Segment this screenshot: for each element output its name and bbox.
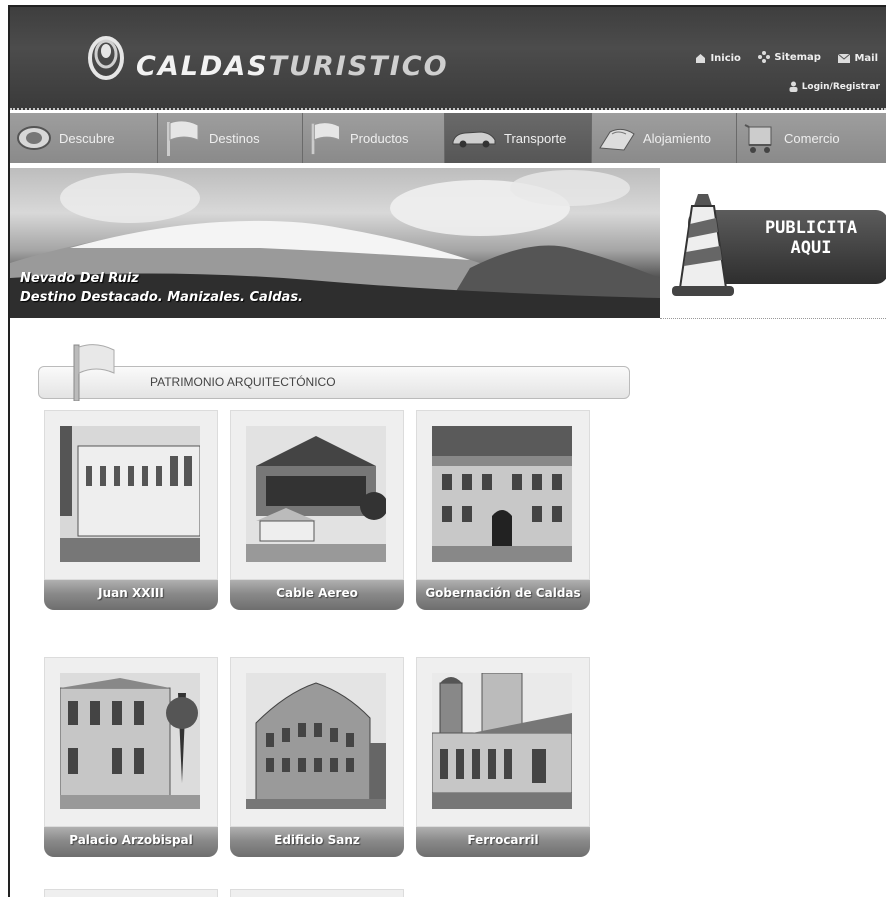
advertise-line1: PUBLICITA [764,218,858,238]
bed-icon [599,128,635,151]
user-icon [789,81,798,92]
car-icon [452,131,496,148]
login-register-link[interactable]: Login/Registrar [789,81,880,92]
top-link-label: Inicio [710,52,741,64]
top-link-sitemap[interactable]: Sitemap [758,51,821,63]
page-frame: CALDASTURISTICO Inicio Sitemap Mail Logi… [10,5,886,897]
gallery-card-partial[interactable] [230,889,404,897]
gallery-card-partial[interactable] [44,889,218,897]
top-link-label: Mail [854,53,878,64]
flag-icon [167,120,199,156]
banner-caption: Nevado Del Ruiz Destino Destacado. Maniz… [20,269,303,307]
section-title: PATRIMONIO ARQUITECTÓNICO [150,375,336,389]
card-photo [432,426,572,562]
gallery-card-cable-aereo[interactable]: Cable Aereo [230,410,404,610]
card-photo [246,426,386,562]
lighthouse-icon [672,194,734,296]
gallery-card-edificio-sanz[interactable]: Edificio Sanz [230,657,404,857]
card-photo [246,673,386,809]
gallery-card-palacio-arzobispal[interactable]: Palacio Arzobispal [44,657,218,857]
site-header: CALDASTURISTICO Inicio Sitemap Mail Logi… [10,5,886,110]
logo-text-part1: CALDAS [136,51,269,82]
nav-item-destinos[interactable]: Destinos [158,113,303,163]
main-nav: Descubre Destinos Productos Transporte A… [10,113,886,163]
advertise-here-banner[interactable]: PUBLICITA AQUI [660,168,886,319]
card-photo [60,426,200,562]
advertise-text: PUBLICITA AQUI [752,218,870,258]
site-logo[interactable]: CALDASTURISTICO [136,51,449,82]
flag-icon [311,122,340,155]
nav-item-descubre[interactable]: Descubre [10,113,158,163]
top-link-label: Sitemap [774,51,821,63]
advertise-line2: AQUI [790,238,832,258]
cart-icon [744,124,772,153]
logo-swirl-icon[interactable] [87,32,125,82]
mail-icon [838,54,851,63]
nav-label: Transporte [504,130,567,146]
logo-text-part2: TURISTICO [268,51,449,82]
card-label: Cable Aereo [230,580,404,610]
card-photo [60,673,200,809]
nav-item-comercio[interactable]: Comercio [737,113,886,163]
top-link-mail[interactable]: Mail [838,53,878,64]
top-link-inicio[interactable]: Inicio [695,53,741,64]
gallery-card-gobernacion[interactable]: Gobernación de Caldas [416,410,590,610]
nav-item-productos[interactable]: Productos [303,113,445,163]
gallery-card-juan-xxiii[interactable]: Juan XXIII [44,410,218,610]
nav-item-alojamiento[interactable]: Alojamiento [592,113,737,163]
card-label: Juan XXIII [44,580,218,610]
featured-banner[interactable]: Nevado Del Ruiz Destino Destacado. Maniz… [10,168,660,318]
home-icon [696,54,706,63]
nav-label: Productos [350,130,409,146]
card-label: Edificio Sanz [230,827,404,857]
card-photo [432,673,572,809]
card-label: Palacio Arzobispal [44,827,218,857]
gallery-card-ferrocarril[interactable]: Ferrocarril [416,657,590,857]
header-divider [10,108,886,110]
sitemap-icon [758,51,771,63]
nav-label: Comercio [784,130,840,146]
nav-label: Descubre [59,130,115,146]
flag-icon [73,344,115,401]
nav-label: Alojamiento [643,130,711,146]
top-links: Inicio Sitemap Mail [681,51,878,66]
card-label: Ferrocarril [416,827,590,857]
nav-item-transporte[interactable]: Transporte [445,113,592,163]
banner-subtitle: Destino Destacado. Manizales. Caldas. [20,290,303,305]
login-label: Login/Registrar [801,81,880,92]
card-label: Gobernación de Caldas [416,580,590,610]
eye-icon [17,126,51,150]
banner-title: Nevado Del Ruiz [20,271,139,286]
nav-label: Destinos [209,130,260,146]
